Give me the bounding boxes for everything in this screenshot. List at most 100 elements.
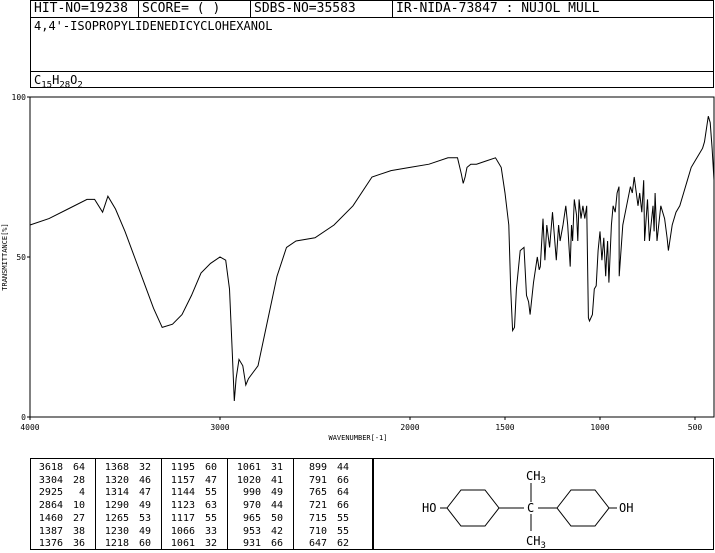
peak-transmittance: 41 (270, 474, 283, 486)
peak-transmittance: 33 (204, 525, 217, 537)
peak-transmittance: 64 (336, 487, 349, 499)
peak-row: 1061 32 (167, 538, 217, 551)
peak-wavenumber: 965 (242, 512, 261, 524)
peak-wavenumber: 791 (308, 474, 327, 486)
peak-transmittance: 66 (270, 538, 283, 550)
peak-transmittance: 55 (204, 512, 217, 524)
peak-wavenumber: 1368 (104, 462, 129, 473)
plot-frame (29, 96, 715, 418)
peak-column-divider (95, 459, 96, 549)
peak-transmittance: 32 (138, 462, 151, 473)
peak-row: 765 64 (299, 487, 349, 500)
peak-column: 3618 64 3304 28 2925 4 2864 10 1460 27 1387 38 1376 3… (35, 462, 85, 551)
peak-transmittance: 63 (204, 500, 217, 512)
peak-wavenumber: 3618 (38, 462, 63, 473)
peak-wavenumber: 1123 (170, 500, 195, 512)
peak-row: 1290 49 (101, 500, 151, 513)
left-ring (446, 489, 500, 527)
peak-transmittance: 49 (138, 525, 151, 537)
peak-row: 1117 55 (167, 513, 217, 526)
peak-wavenumber: 1061 (236, 462, 261, 473)
peak-row: 2864 10 (35, 500, 85, 513)
peak-transmittance: 49 (270, 487, 283, 499)
peak-wavenumber: 1376 (38, 538, 63, 550)
ir-spectrum-chart: 0 50 100 4000 3000 2000 1500 1000 500 TRANSMITT… (1, 93, 715, 442)
peak-transmittance: 47 (204, 474, 217, 486)
peak-transmittance: 55 (336, 512, 349, 524)
bottom-methyl: CH3 (526, 534, 546, 549)
peak-row: 1144 55 (167, 487, 217, 500)
peak-row: 1061 31 (233, 462, 283, 475)
peak-row: 1195 60 (167, 462, 217, 475)
peak-transmittance: 10 (72, 500, 85, 512)
right-hydroxyl: OH (619, 501, 633, 515)
peak-transmittance: 38 (72, 525, 85, 537)
peak-wavenumber: 715 (308, 512, 327, 524)
molecular-structure: C HO OH CH3 CH3 (422, 469, 633, 551)
peak-row: 791 66 (299, 475, 349, 488)
x-tick-label: 1000 (590, 423, 609, 432)
peak-transmittance: 53 (138, 512, 151, 524)
center-carbon: C (527, 501, 534, 515)
peak-wavenumber: 710 (308, 525, 327, 537)
peak-wavenumber: 721 (308, 500, 327, 512)
peak-wavenumber: 953 (242, 525, 261, 537)
x-axis-ticks: 4000 3000 2000 1500 1000 500 (20, 417, 702, 432)
peak-wavenumber: 1290 (104, 500, 129, 512)
x-tick-label: 4000 (20, 423, 39, 432)
peak-wavenumber: 1218 (104, 538, 129, 550)
peak-wavenumber: 1066 (170, 525, 195, 537)
peak-transmittance: 49 (138, 500, 151, 512)
peak-row: 1265 53 (101, 513, 151, 526)
peak-row: 1157 47 (167, 475, 217, 488)
peak-column: 1368 32 1320 46 1314 47 1290 49 1265 53 1230 49 1218… (101, 462, 151, 551)
peak-wavenumber: 1387 (38, 525, 63, 537)
peak-wavenumber: 931 (242, 538, 261, 550)
peak-wavenumber: 1117 (170, 512, 195, 524)
peak-transmittance: 55 (336, 525, 349, 537)
right-ring (556, 489, 610, 527)
peak-transmittance: 66 (336, 474, 349, 486)
peak-row: 1376 36 (35, 538, 85, 551)
peak-wavenumber: 3304 (38, 474, 63, 486)
y-tick-label: 100 (12, 93, 27, 102)
x-tick-label: 2000 (400, 423, 419, 432)
peak-row: 1368 32 (101, 462, 151, 475)
y-axis-ticks: 0 50 100 (12, 93, 30, 422)
y-tick-label: 50 (16, 253, 26, 262)
peak-row: 1320 46 (101, 475, 151, 488)
peak-transmittance: 4 (78, 487, 85, 499)
peak-row: 715 55 (299, 513, 349, 526)
peak-row: 1460 27 (35, 513, 85, 526)
peak-row: 1218 60 (101, 538, 151, 551)
x-tick-label: 500 (688, 423, 703, 432)
peak-transmittance: 42 (270, 525, 283, 537)
x-axis-label: WAVENUMBER[-1] (328, 434, 387, 442)
peak-column: 1061 31 1020 41 990 49 970 44 965 50 953 42 931 66 (233, 462, 283, 551)
peak-wavenumber: 1265 (104, 512, 129, 524)
peak-column-divider (161, 459, 162, 549)
peak-wavenumber: 1020 (236, 474, 261, 486)
peak-row: 990 49 (233, 487, 283, 500)
peak-wavenumber: 1195 (170, 462, 195, 473)
peak-row: 1230 49 (101, 526, 151, 539)
y-axis-label: TRANSMITTANCE[%] (1, 223, 9, 290)
peak-row: 1314 47 (101, 487, 151, 500)
peak-transmittance: 27 (72, 512, 85, 524)
peak-column-divider (227, 459, 228, 549)
peak-row: 970 44 (233, 500, 283, 513)
peak-wavenumber: 2925 (38, 487, 63, 499)
peak-row: 965 50 (233, 513, 283, 526)
peak-transmittance: 32 (204, 538, 217, 550)
x-tick-label: 1500 (495, 423, 514, 432)
peak-transmittance: 28 (72, 474, 85, 486)
peak-wavenumber: 765 (308, 487, 327, 499)
peak-wavenumber: 970 (242, 500, 261, 512)
peak-column-divider (293, 459, 294, 549)
peak-row: 647 62 (299, 538, 349, 551)
y-tick-label: 0 (21, 413, 26, 422)
spectrum-line (29, 116, 715, 402)
peak-transmittance: 60 (138, 538, 151, 550)
peak-transmittance: 50 (270, 512, 283, 524)
peak-transmittance: 66 (336, 500, 349, 512)
